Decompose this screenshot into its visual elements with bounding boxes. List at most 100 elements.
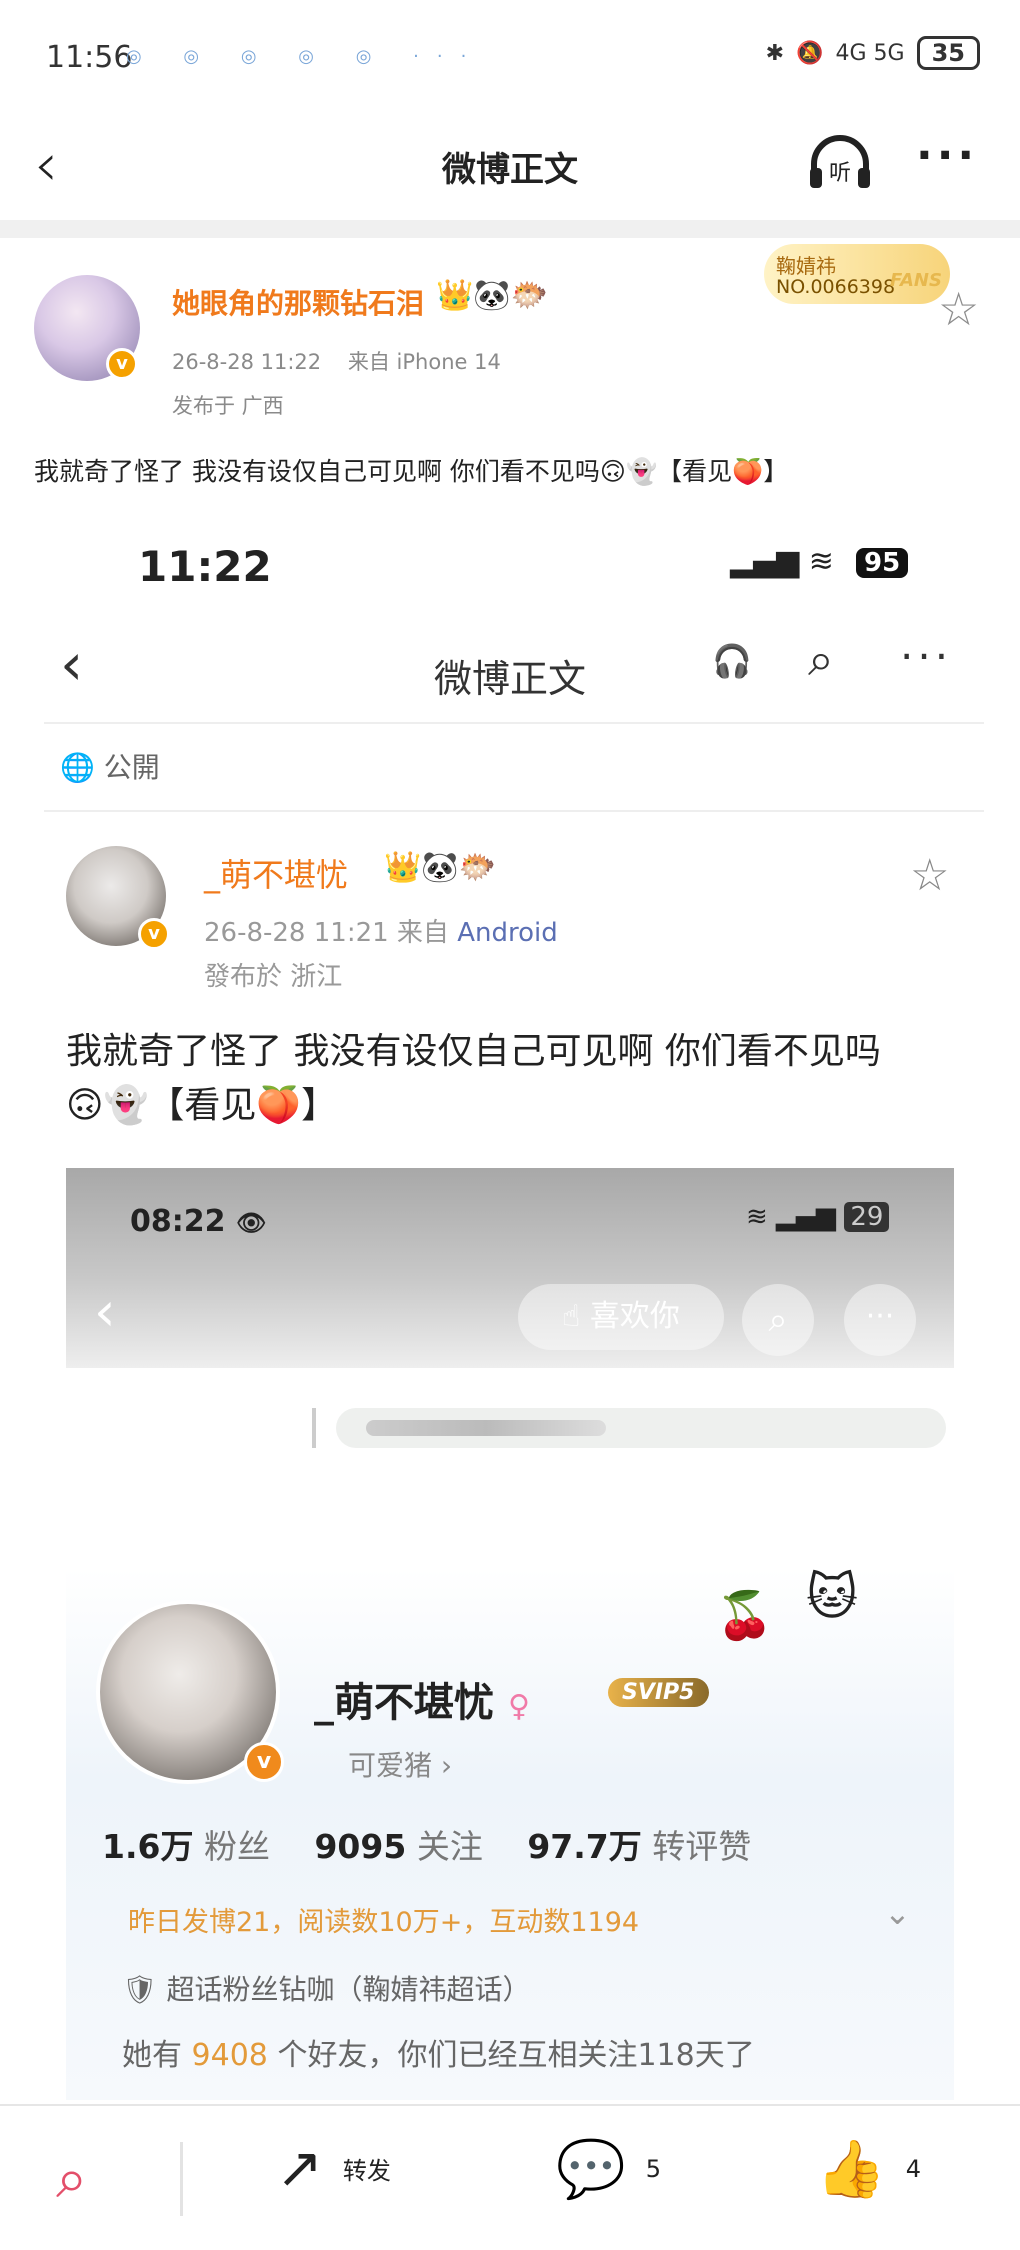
thumbs-up-icon: 👍 [816, 2137, 886, 2202]
friends-count: 9408 [191, 2038, 268, 2073]
headphones-icon: 听 [810, 135, 870, 188]
repost-icon: ↗ [276, 2136, 323, 2201]
embedded-post-time: 26-8-28 11:21 来自 [204, 918, 449, 948]
profile-verified-badge-icon: v [244, 1742, 284, 1782]
comment-button[interactable]: 💬 5 [556, 2136, 661, 2202]
nested-time-label: 08:22 [130, 1204, 226, 1239]
comment-icon: 💬 [556, 2137, 626, 2202]
embedded-divider [44, 810, 984, 812]
interactions-label: 转评赞 [652, 1827, 752, 1866]
nested-battery-icon: 29 [844, 1202, 890, 1232]
verified-badge-icon: v [106, 348, 138, 380]
bottom-divider [180, 2142, 183, 2216]
mutual-friends-row: 她有 9408 个好友，你们已经互相关注118天了 [122, 2030, 755, 2074]
signal-icon: 4G 5G [835, 40, 905, 66]
kitty-sticker-icon: 🐱 [806, 1568, 859, 1626]
ai-search-icon[interactable]: ⌕ [56, 2146, 87, 2212]
like-you-label: 喜欢你 [589, 1299, 680, 1334]
cherry-sticker-icon: 🍒 [716, 1588, 774, 1642]
embedded-post-text: 🙃👻【看见🍑】 [66, 1085, 338, 1126]
profile-name-label: _萌不堪忧 [314, 1680, 494, 1726]
post-text: 我就奇了怪了 我没有设仅自己可见啊 你们看不见吗🙃👻【看见🍑】 [34, 457, 789, 486]
shield-icon: 🛡 [122, 1973, 158, 2006]
embedded-visibility-label: 公開 [103, 751, 160, 784]
hand-icon: ☝ [562, 1299, 581, 1334]
embedded-status-time: 11:22 [138, 542, 272, 591]
more-icon[interactable]: ··· [916, 130, 978, 181]
profile-header-banner [66, 1168, 954, 1368]
blurred-bio-text [366, 1420, 606, 1436]
fan-card-name: 鞠婧祎 [776, 254, 836, 278]
post-meta: 26-8-28 11:22 来自 iPhone 14 [172, 346, 501, 376]
nested-profile-screenshot: 08:22 👁 ≋ ▂▄▆ 29 ‹ ☝ 喜欢你 ⌕ ··· 🍒 🐱 v _萌不… [66, 1168, 954, 2100]
status-time: 11:56 [46, 40, 133, 75]
profile-tag: 可爱猪 › [348, 1749, 453, 1782]
following-label: 关注 [416, 1827, 483, 1866]
friends-suffix: 个好友，你们已经互相关注118天了 [277, 2038, 755, 2073]
svip-badge: SVIP5 [608, 1678, 709, 1707]
embedded-signal-wifi-icon: ▂▄▆ ≋ [730, 544, 834, 579]
embedded-author-badges: 👑🐼🐡 [384, 850, 497, 885]
post-location: 发布于 广西 [172, 394, 284, 418]
embedded-more-icon: ··· [900, 632, 953, 681]
embedded-post-location: 發布於 浙江 [204, 962, 343, 992]
weibo-icon: 👁 [235, 1209, 267, 1237]
embedded-star-icon: ☆ [910, 850, 950, 901]
like-button[interactable]: 👍 4 [816, 2136, 921, 2202]
embedded-nav-title: 微博正文 [433, 657, 586, 701]
battery-icon: 35 [916, 36, 980, 70]
fan-card-tag: FANS [890, 270, 942, 291]
bottom-action-bar: ⌕ ↗ 转发 💬 5 👍 4 [0, 2104, 1020, 2250]
embedded-post-meta: 26-8-28 11:21 来自 Android [204, 912, 558, 949]
chevron-down-icon: ⌄ [884, 1894, 911, 1932]
nested-back-icon: ‹ [94, 1280, 116, 1343]
fan-card-number: NO.0066398 [776, 276, 896, 298]
nested-status-time: 08:22 👁 [130, 1204, 266, 1239]
comment-count: 5 [645, 2155, 662, 2183]
nested-divider [312, 1408, 316, 1448]
section-divider [0, 220, 1020, 238]
embedded-headphones-icon: 🎧 [712, 642, 752, 680]
embedded-author-name: _萌不堪忧 [204, 856, 349, 894]
super-topic-row: 🛡 超话粉丝钻咖（鞠婧祎超话） [122, 1968, 530, 2008]
post-image[interactable]: 11:22 ▂▄▆ ≋ 95 ‹ 微博正文 🎧 ⌕ ··· 🌐 公開 v _萌不… [24, 520, 996, 2100]
nested-search-icon: ⌕ [742, 1284, 814, 1356]
post-time: 26-8-28 11:22 [172, 350, 322, 374]
profile-name: _萌不堪忧 ♀ [314, 1670, 530, 1728]
embedded-search-icon: ⌕ [808, 632, 834, 686]
embedded-divider [44, 722, 984, 724]
gender-icon: ♀ [507, 1689, 530, 1724]
top-nav-bar: ‹ 微博正文 听 ··· [0, 120, 1020, 220]
mute-icon: 🔕 [796, 40, 824, 66]
listen-button[interactable]: 听 [806, 134, 874, 192]
author-badges: 👑🐼🐡 [436, 278, 549, 313]
nested-more-icon: ··· [844, 1284, 916, 1356]
repost-button[interactable]: ↗ 转发 [276, 2136, 391, 2201]
post-source: 来自 iPhone 14 [347, 350, 501, 374]
favorite-star-icon[interactable]: ☆ [938, 282, 979, 336]
following-count: 9095 [314, 1827, 407, 1866]
nested-signal-icon: ≋ ▂▄▆ 29 [746, 1202, 890, 1232]
profile-stats: 1.6万 粉丝 9095 关注 97.7万 转评赞 [102, 1820, 785, 1868]
interactions-count: 97.7万 [527, 1827, 642, 1866]
embedded-verified-badge-icon: v [138, 918, 170, 950]
globe-icon: 🌐 [60, 751, 95, 784]
activity-summary: 昨日发博21，阅读数10万+，互动数1194 [128, 1907, 640, 1938]
embedded-post-source: Android [457, 918, 558, 948]
bluetooth-icon: ✱ [765, 40, 785, 66]
notification-icons: ◎ ◎ ◎ ◎ ◎ ··· [126, 46, 485, 67]
fans-count: 1.6万 [102, 1827, 194, 1866]
repost-label: 转发 [342, 2157, 391, 2185]
like-you-button: ☝ 喜欢你 [518, 1284, 724, 1350]
super-topic-label: 超话粉丝钻咖（鞠婧祎超话） [166, 1973, 531, 2006]
embedded-post-text: 我就奇了怪了 我没有设仅自己可见啊 你们看不见吗 [66, 1031, 881, 1072]
friends-prefix: 她有 [122, 2038, 182, 2073]
listen-label: 听 [829, 161, 851, 186]
like-count: 4 [905, 2155, 922, 2183]
fans-label: 粉丝 [203, 1827, 270, 1866]
status-bar: 11:56 ◎ ◎ ◎ ◎ ◎ ··· ✱ 🔕 4G 5G 35 [0, 0, 1020, 120]
author-name[interactable]: 她眼角的那颗钻石泪 [172, 282, 424, 322]
embedded-battery-icon: 95 [856, 548, 909, 578]
status-right-icons: ✱ 🔕 4G 5G 35 [766, 36, 980, 70]
embedded-visibility: 🌐 公開 [60, 746, 160, 786]
